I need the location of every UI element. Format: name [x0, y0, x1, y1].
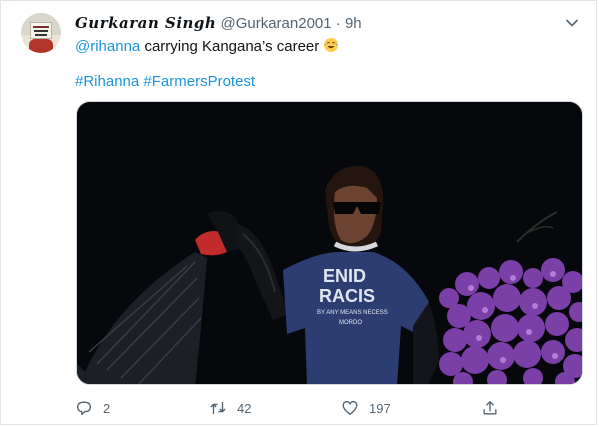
hashtag-link[interactable]: #FarmersProtest — [143, 73, 255, 90]
tweet-header: Gurkaran Singh @Gurkaran2001 · 9h — [75, 13, 556, 33]
tweet-photo[interactable]: ENID RACIS BY ANY MEANS NECESS MORDO — [76, 101, 583, 385]
author-name[interactable]: Gurkaran Singh — [75, 14, 216, 32]
shirt-text: BY ANY MEANS NECESS — [317, 310, 388, 316]
shirt-text: MORDO — [339, 320, 362, 326]
chevron-down-icon[interactable] — [564, 15, 580, 31]
mention-link[interactable]: @rihanna — [75, 38, 140, 55]
tweet-text: @rihanna carrying Kangana’s career — [75, 37, 339, 57]
tweet-card[interactable]: Gurkaran Singh @Gurkaran2001 · 9h @rihan… — [0, 0, 597, 425]
like-button[interactable]: 197 — [341, 397, 391, 419]
heart-icon — [342, 401, 358, 415]
retweet-icon — [210, 401, 226, 415]
author-handle[interactable]: @Gurkaran2001 — [220, 15, 331, 32]
timestamp[interactable]: 9h — [345, 15, 362, 32]
share-button[interactable] — [481, 397, 499, 419]
share-icon — [483, 401, 497, 415]
shirt-text: RACIS — [319, 286, 375, 306]
hashtag-link[interactable]: #Rihanna — [75, 73, 139, 90]
tweet-actions: 2 42 197 — [75, 397, 556, 419]
shirt-text: ENID — [323, 266, 366, 286]
protest-sign-graphic — [30, 22, 52, 39]
tweet-body: carrying Kangana’s career — [140, 38, 324, 55]
avatar[interactable] — [21, 13, 61, 53]
face-with-tears-of-joy-icon — [324, 38, 339, 52]
photo-illustration: ENID RACIS BY ANY MEANS NECESS MORDO — [77, 102, 582, 384]
reply-icon — [77, 401, 91, 415]
separator: · — [335, 15, 341, 32]
retweet-count: 42 — [237, 400, 252, 416]
hashtag-row: #Rihanna #FarmersProtest — [75, 72, 255, 92]
reply-button[interactable]: 2 — [75, 397, 110, 419]
retweet-button[interactable]: 42 — [209, 397, 251, 419]
reply-count: 2 — [103, 400, 111, 416]
like-count: 197 — [369, 400, 391, 416]
